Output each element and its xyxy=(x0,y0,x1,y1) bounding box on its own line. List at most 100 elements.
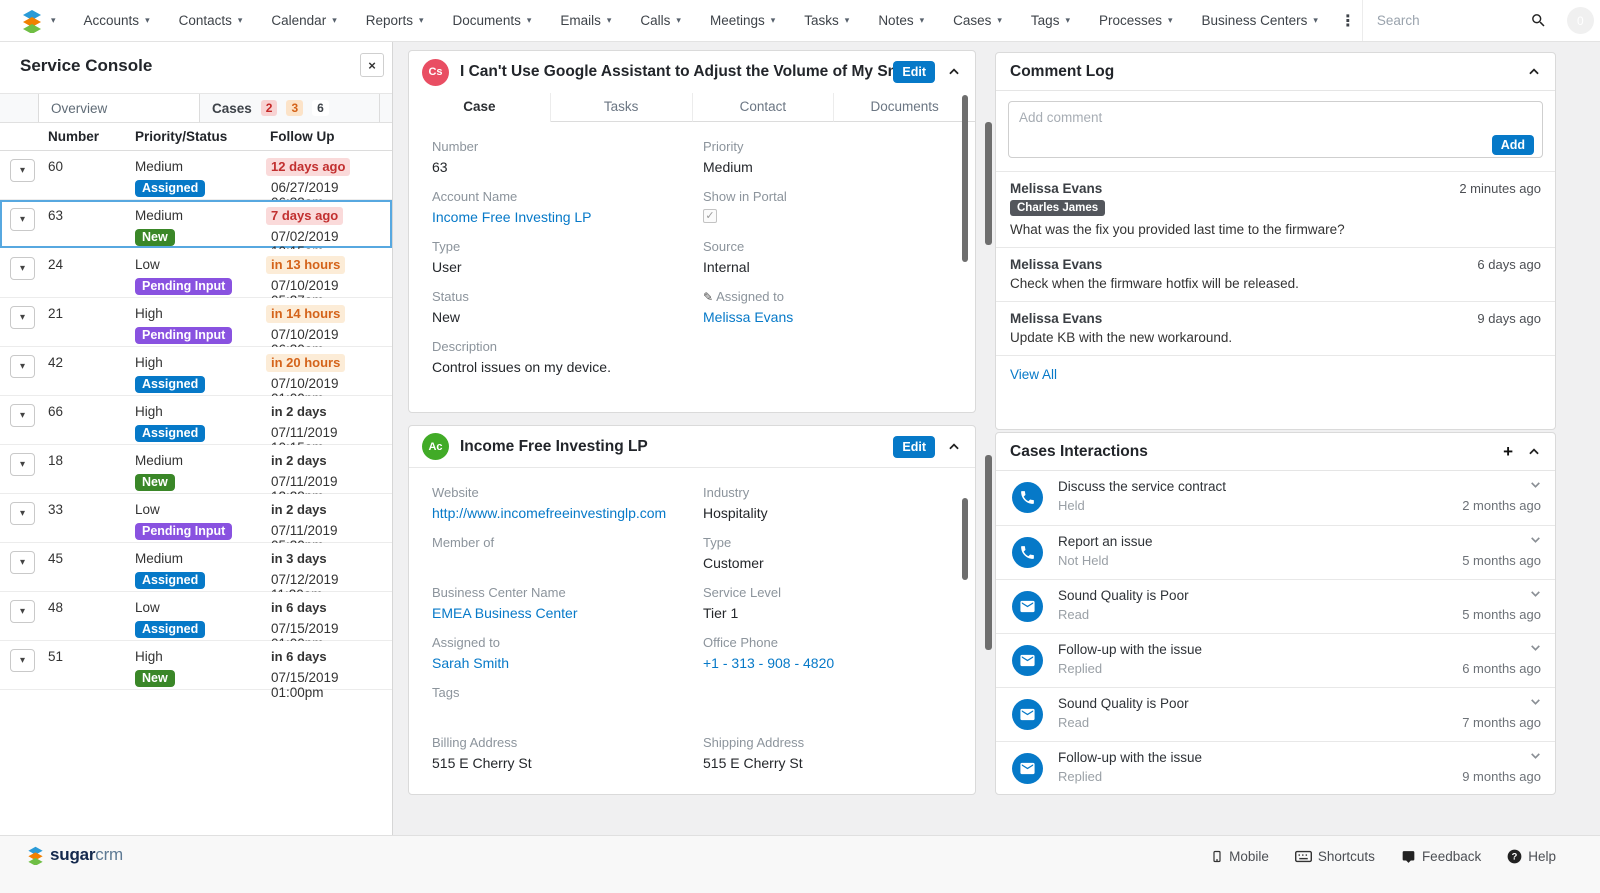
interaction-title: Follow-up with the issue xyxy=(1058,750,1202,765)
interaction-row[interactable]: Discuss the service contract Held 2 mont… xyxy=(996,471,1555,525)
show-in-portal-checkbox[interactable]: ✓ xyxy=(703,209,717,223)
chevron-down-icon: ▾ xyxy=(771,16,776,25)
tab-case[interactable]: Case xyxy=(409,93,551,122)
row-expand-button[interactable]: ▾ xyxy=(10,208,35,231)
search-icon[interactable] xyxy=(1530,12,1547,29)
nav-menu-item-business-centers[interactable]: Business Centers ▾ xyxy=(1202,13,1318,28)
nav-menu-item-processes[interactable]: Processes ▾ xyxy=(1099,13,1173,28)
account-assigned-link[interactable]: Sarah Smith xyxy=(432,655,687,672)
table-row[interactable]: ▾ 51 High New in 6 days 07/15/2019 01:00… xyxy=(0,641,392,690)
edit-account-button[interactable]: Edit xyxy=(893,436,935,458)
case-priority: Medium xyxy=(135,551,183,566)
home-menu[interactable]: ▾ xyxy=(0,9,56,33)
chevron-down-icon[interactable] xyxy=(1529,533,1542,551)
close-icon[interactable]: × xyxy=(360,53,384,77)
assigned-to-link[interactable]: Melissa Evans xyxy=(703,309,958,326)
tab-cases[interactable]: Cases 2 3 6 xyxy=(200,94,380,122)
interaction-row[interactable]: Sound Quality is Poor Read 7 months ago xyxy=(996,687,1555,741)
add-comment-button[interactable]: Add xyxy=(1492,135,1534,155)
nav-menu-item-contacts[interactable]: Contacts ▾ xyxy=(179,13,243,28)
tab-contact[interactable]: Contact xyxy=(693,93,835,122)
sugarcrm-logo-icon xyxy=(26,846,45,865)
add-interaction-icon[interactable]: + xyxy=(1503,443,1513,460)
office-phone-link[interactable]: +1 - 313 - 908 - 4820 xyxy=(703,655,958,672)
chevron-down-icon[interactable] xyxy=(1529,695,1542,713)
view-all-link[interactable]: View All xyxy=(996,355,1555,393)
row-expand-button[interactable]: ▾ xyxy=(10,306,35,329)
nav-menu-item-meetings[interactable]: Meetings ▾ xyxy=(710,13,775,28)
chevron-down-icon[interactable] xyxy=(1529,641,1542,659)
table-row[interactable]: ▾ 45 Medium Assigned in 3 days 07/12/201… xyxy=(0,543,392,592)
collapse-icon[interactable] xyxy=(947,65,961,79)
nav-menu-item-cases[interactable]: Cases ▾ xyxy=(953,13,1002,28)
table-row[interactable]: ▾ 60 Medium Assigned 12 days ago 06/27/2… xyxy=(0,151,392,200)
row-expand-button[interactable]: ▾ xyxy=(10,404,35,427)
follow-up-relative: 7 days ago xyxy=(266,207,343,225)
col-priority-status[interactable]: Priority/Status xyxy=(135,129,227,144)
nav-menu-item-notes[interactable]: Notes ▾ xyxy=(878,13,924,28)
nav-menu-item-tags[interactable]: Tags ▾ xyxy=(1031,13,1070,28)
footer-link-help[interactable]: ? Help xyxy=(1507,849,1556,864)
interaction-row[interactable]: Report an issue Not Held 5 months ago xyxy=(996,525,1555,579)
footer-link-shortcuts[interactable]: Shortcuts xyxy=(1295,849,1375,864)
nav-menu-item-calendar[interactable]: Calendar ▾ xyxy=(271,13,336,28)
search-input[interactable] xyxy=(1377,13,1507,28)
interaction-row[interactable]: Follow-up with the issue Replied 6 month… xyxy=(996,633,1555,687)
col-follow-up[interactable]: Follow Up xyxy=(270,129,335,144)
table-row[interactable]: ▾ 42 High Assigned in 20 hours 07/10/201… xyxy=(0,347,392,396)
table-row[interactable]: ▾ 21 High Pending Input in 14 hours 07/1… xyxy=(0,298,392,347)
col-number[interactable]: Number xyxy=(48,129,99,144)
collapse-icon[interactable] xyxy=(947,440,961,454)
account-name-link[interactable]: Income Free Investing LP xyxy=(432,209,687,226)
tab-tasks[interactable]: Tasks xyxy=(551,93,693,122)
chevron-down-icon[interactable] xyxy=(1529,749,1542,767)
business-center-link[interactable]: EMEA Business Center xyxy=(432,605,687,622)
edit-case-button[interactable]: Edit xyxy=(893,61,935,83)
tab-documents[interactable]: Documents xyxy=(834,93,975,122)
add-comment-input[interactable] xyxy=(1008,101,1543,158)
footer-link-feedback[interactable]: Feedback xyxy=(1401,849,1481,864)
account-card-scrollbar[interactable] xyxy=(962,498,968,580)
interaction-row[interactable]: Sound Quality is Poor Read 5 months ago xyxy=(996,579,1555,633)
nav-menu-item-accounts[interactable]: Accounts ▾ xyxy=(84,13,150,28)
sugarcrm-brand[interactable]: sugarcrm xyxy=(26,845,123,865)
case-priority: High xyxy=(135,649,163,664)
case-card-scrollbar[interactable] xyxy=(962,95,968,262)
nav-menu-item-documents[interactable]: Documents ▾ xyxy=(453,13,532,28)
collapse-icon[interactable] xyxy=(1527,65,1541,79)
nav-right: 0 ▾ + xyxy=(1362,0,1600,41)
field-label: ✎Assigned to xyxy=(703,289,958,304)
row-expand-button[interactable]: ▾ xyxy=(10,453,35,476)
table-row[interactable]: ▾ 66 High Assigned in 2 days 07/11/2019 … xyxy=(0,396,392,445)
follow-up-relative: in 2 days xyxy=(266,403,332,421)
row-expand-button[interactable]: ▾ xyxy=(10,159,35,182)
collapse-icon[interactable] xyxy=(1527,445,1541,459)
table-row[interactable]: ▾ 33 Low Pending Input in 2 days 07/11/2… xyxy=(0,494,392,543)
table-row[interactable]: ▾ 18 Medium New in 2 days 07/11/2019 12:… xyxy=(0,445,392,494)
chevron-down-icon[interactable] xyxy=(1529,478,1542,496)
row-expand-button[interactable]: ▾ xyxy=(10,649,35,672)
more-menu-icon[interactable]: ⋮ xyxy=(1334,11,1362,31)
table-row[interactable]: ▾ 63 Medium New 7 days ago 07/02/2019 10… xyxy=(0,200,392,249)
column-scrollbar[interactable] xyxy=(985,455,992,650)
row-expand-button[interactable]: ▾ xyxy=(10,257,35,280)
interaction-timestamp: 9 months ago xyxy=(1462,769,1541,784)
interaction-row[interactable]: Follow-up with the issue Replied 9 month… xyxy=(996,741,1555,795)
nav-menu-item-emails[interactable]: Emails ▾ xyxy=(560,13,611,28)
footer-link-mobile[interactable]: Mobile xyxy=(1211,849,1269,864)
chevron-down-icon[interactable] xyxy=(1529,587,1542,605)
website-link[interactable]: http://www.incomefreeinvestinglp.com xyxy=(432,505,687,522)
nav-menu-item-reports[interactable]: Reports ▾ xyxy=(366,13,424,28)
row-expand-button[interactable]: ▾ xyxy=(10,502,35,525)
column-scrollbar[interactable] xyxy=(985,122,992,245)
notifications-badge[interactable]: 0 xyxy=(1567,7,1594,34)
table-row[interactable]: ▾ 48 Low Assigned in 6 days 07/15/2019 0… xyxy=(0,592,392,641)
table-row[interactable]: ▾ 24 Low Pending Input in 13 hours 07/10… xyxy=(0,249,392,298)
field-label: Type xyxy=(432,239,687,254)
row-expand-button[interactable]: ▾ xyxy=(10,600,35,623)
row-expand-button[interactable]: ▾ xyxy=(10,355,35,378)
nav-menu-item-calls[interactable]: Calls ▾ xyxy=(640,13,681,28)
row-expand-button[interactable]: ▾ xyxy=(10,551,35,574)
nav-menu-item-tasks[interactable]: Tasks ▾ xyxy=(804,13,849,28)
tab-overview[interactable]: Overview xyxy=(38,94,200,122)
